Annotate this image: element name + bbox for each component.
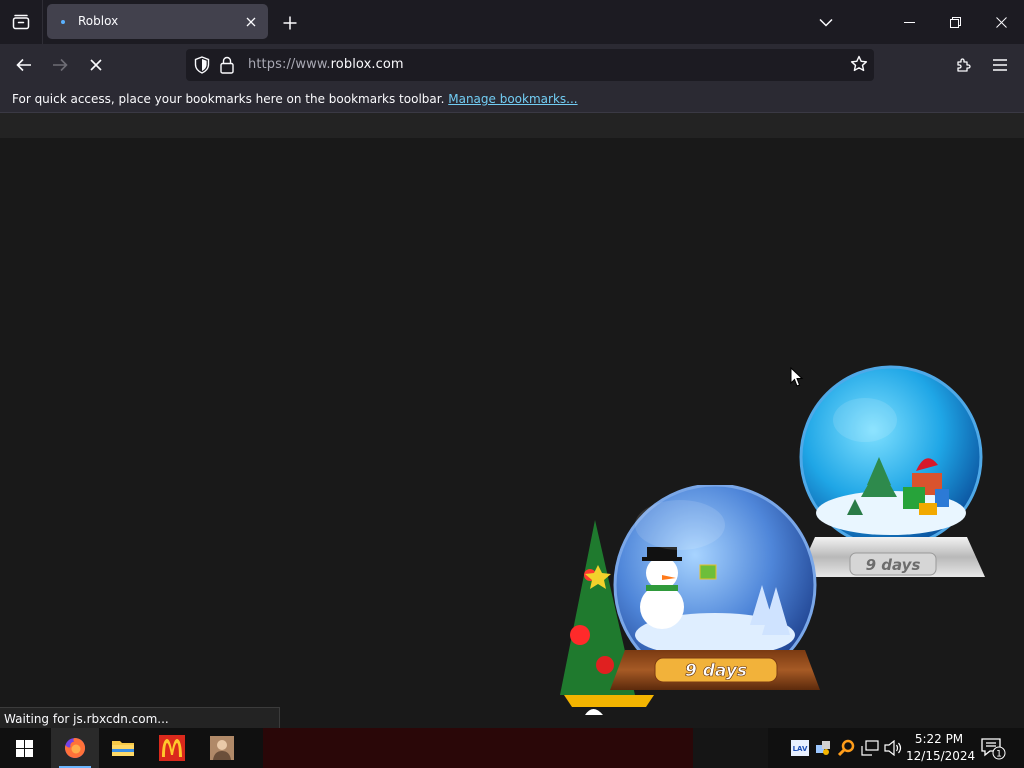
taskbar-empty-area (693, 728, 768, 768)
puzzle-piece-icon (957, 58, 971, 72)
minimize-icon (903, 21, 915, 23)
app-menu-button[interactable] (986, 51, 1014, 79)
back-button[interactable] (10, 51, 38, 79)
notification-icon: 1 (981, 738, 1006, 760)
plus-icon (283, 16, 297, 30)
network-monitor-icon (816, 741, 830, 755)
taskbar-search-area[interactable] (263, 728, 693, 768)
restore-icon (949, 16, 961, 28)
taskbar-firefox[interactable] (51, 728, 99, 768)
windows-taskbar: LAV 5:22 PM 12/15/2024 1 (0, 728, 1024, 768)
bookmarks-toolbar-message: For quick access, place your bookmarks h… (12, 92, 578, 106)
minimize-button[interactable] (886, 0, 932, 44)
tray-search-tool[interactable] (836, 738, 856, 758)
url-host: roblox.com (330, 57, 404, 72)
windows-logo-icon (15, 739, 33, 757)
tab-close-button[interactable] (240, 11, 262, 33)
firefox-icon (65, 737, 86, 758)
page-header-placeholder (0, 113, 1024, 138)
action-center-button[interactable]: 1 (980, 736, 1006, 763)
mcdonalds-icon (159, 735, 185, 761)
magnifier-icon (837, 739, 855, 757)
snow-globe-big-widget[interactable]: 9 days (550, 485, 830, 728)
speaker-icon (884, 740, 902, 756)
forward-button[interactable] (46, 51, 74, 79)
taskbar-clock[interactable]: 5:22 PM 12/15/2024 (906, 731, 976, 765)
tray-volume[interactable] (883, 738, 903, 758)
stop-icon (90, 59, 102, 71)
bookmarks-toolbar: For quick access, place your bookmarks h… (0, 86, 1024, 113)
notification-count: 1 (996, 750, 1002, 760)
taskbar-mcdonalds[interactable] (148, 728, 196, 768)
stop-loading-button[interactable] (82, 51, 110, 79)
clock-date: 12/15/2024 (906, 749, 976, 763)
photo-icon (210, 736, 234, 760)
url-scheme: https://www. (248, 57, 331, 72)
hamburger-menu-icon (993, 59, 1007, 71)
chevron-down-icon (819, 18, 833, 27)
lav-filters-icon: LAV (791, 740, 809, 756)
tray-network-monitor[interactable] (813, 738, 833, 758)
firefox-view-icon (12, 14, 30, 30)
url-text[interactable]: https://www.roblox.com (248, 57, 404, 72)
status-panel: Waiting for js.rbxcdn.com... (0, 707, 280, 729)
big-globe-countdown-label: 9 days (685, 661, 747, 681)
lav-label: LAV (793, 745, 808, 753)
tab-strip: Roblox (0, 0, 1024, 44)
close-icon (995, 16, 1007, 28)
arrow-left-icon (16, 58, 31, 72)
firefox-view-button[interactable] (0, 0, 43, 44)
tray-lav-filters[interactable]: LAV (790, 738, 810, 758)
small-globe-countdown-label: 9 days (866, 556, 921, 574)
new-tab-button[interactable] (278, 11, 302, 35)
mouse-cursor-icon (790, 367, 804, 387)
file-explorer-icon (112, 741, 134, 756)
bookmark-star-icon[interactable] (850, 55, 868, 73)
window-close-button[interactable] (978, 0, 1024, 44)
tracking-protection-shield-icon[interactable] (194, 56, 210, 74)
network-icon (861, 740, 879, 756)
lock-icon[interactable] (220, 56, 234, 74)
taskbar-file-explorer[interactable] (99, 728, 147, 768)
navigation-toolbar: https://www.roblox.com (0, 44, 1024, 86)
arrow-right-icon (53, 58, 68, 72)
url-bar[interactable]: https://www.roblox.com (186, 49, 874, 81)
close-icon (246, 17, 256, 27)
list-all-tabs-button[interactable] (814, 10, 838, 34)
extensions-button[interactable] (950, 51, 978, 79)
loading-favicon-icon (61, 20, 65, 24)
tab-title: Roblox (78, 14, 119, 28)
start-button[interactable] (0, 728, 48, 768)
restore-button[interactable] (932, 0, 978, 44)
tab-roblox[interactable]: Roblox (47, 4, 268, 39)
bookmarks-hint-text: For quick access, place your bookmarks h… (12, 92, 445, 106)
tray-network[interactable] (860, 738, 880, 758)
taskbar-photo-app[interactable] (198, 728, 246, 768)
manage-bookmarks-link[interactable]: Manage bookmarks... (448, 92, 577, 106)
clock-time: 5:22 PM (914, 732, 964, 746)
status-text: Waiting for js.rbxcdn.com... (4, 712, 169, 726)
